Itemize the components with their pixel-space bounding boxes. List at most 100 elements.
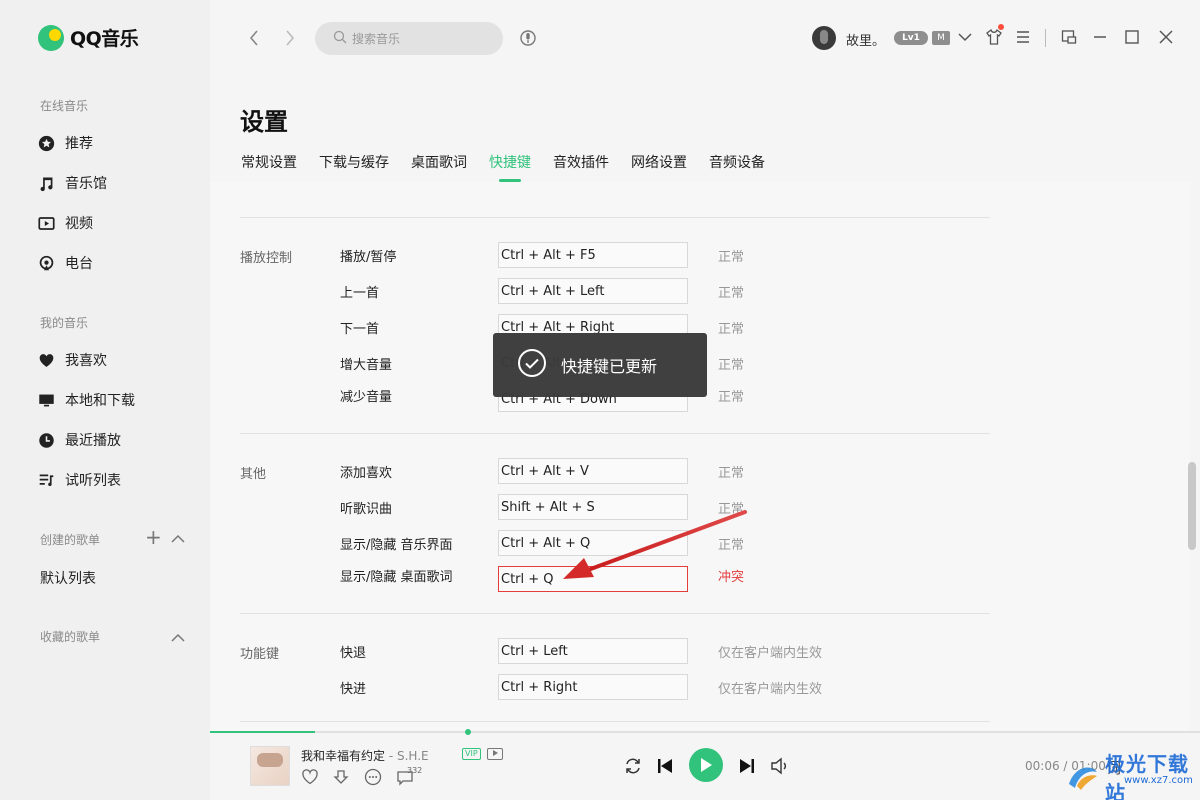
search-input[interactable] (352, 31, 492, 46)
hotkey-input[interactable]: Shift + Alt + S (498, 494, 688, 520)
maximize-icon[interactable] (1122, 27, 1142, 47)
player-bar: 我和幸福有约定 - S.H.E VIP 332 00:06 / 01:00 词 (210, 729, 1200, 800)
watermark-url: www.xz7.com (1124, 775, 1193, 786)
play-button[interactable] (689, 748, 723, 782)
sidebar-item-label: 音乐馆 (65, 176, 107, 192)
skin-shirt-icon[interactable] (984, 27, 1004, 47)
progress-fill (210, 731, 315, 733)
sidebar-item-label: 最近播放 (65, 433, 121, 449)
tab-general[interactable]: 常规设置 (241, 152, 297, 182)
voice-search-icon[interactable] (518, 28, 538, 48)
hotkey-input[interactable]: Ctrl + Right (498, 674, 688, 700)
sidebar-item-recent[interactable]: 最近播放 (38, 430, 121, 450)
clock-icon (38, 432, 55, 449)
hotkey-input[interactable]: Ctrl + Alt + V (498, 458, 688, 484)
album-cover[interactable] (250, 746, 290, 786)
mv-icon[interactable] (487, 748, 503, 760)
avatar[interactable] (812, 26, 836, 50)
qq-music-logo-icon (38, 24, 64, 51)
vip-badge-icon[interactable]: M (932, 31, 950, 45)
hotkey-settings: 播放控制 播放/暂停 Ctrl + Alt + F5 正常 上一首 Ctrl +… (210, 182, 1190, 731)
close-icon[interactable] (1156, 27, 1176, 47)
username[interactable]: 故里。 (846, 30, 885, 49)
hotkey-status: 正常 (718, 250, 745, 265)
sidebar-item-label: 本地和下载 (65, 393, 135, 409)
repeat-icon[interactable] (623, 757, 643, 775)
hotkey-input[interactable]: Ctrl + Left (498, 638, 688, 664)
star-icon (38, 135, 55, 152)
search-box[interactable] (315, 22, 503, 55)
download-icon[interactable] (332, 768, 350, 786)
hotkey-input[interactable]: Ctrl + Alt + F5 (498, 242, 688, 268)
sidebar-item-local-downloads[interactable]: 本地和下载 (38, 390, 135, 410)
app-logo[interactable]: QQ音乐 (38, 24, 139, 51)
watermark-text: 极光下载站 (1105, 752, 1189, 800)
tab-network[interactable]: 网络设置 (631, 152, 687, 182)
sidebar-item-label: 视频 (65, 216, 93, 232)
next-icon[interactable] (739, 757, 755, 775)
sidebar-item-label: 电台 (65, 256, 93, 272)
hotkey-action-label: 下一首 (340, 322, 380, 337)
tab-hotkeys[interactable]: 快捷键 (489, 152, 531, 182)
hotkey-status: 正常 (718, 390, 745, 405)
sidebar-item-music-hall[interactable]: 音乐馆 (38, 173, 107, 193)
like-heart-icon[interactable] (301, 768, 319, 786)
collapse-collected-icon[interactable] (171, 629, 185, 647)
tab-download-cache[interactable]: 下载与缓存 (319, 152, 389, 182)
mini-mode-icon[interactable] (1059, 27, 1079, 47)
chevron-down-icon[interactable] (955, 27, 975, 47)
music-note-icon (38, 175, 55, 192)
check-circle-icon (517, 348, 547, 382)
sidebar-item-video[interactable]: 视频 (38, 213, 93, 233)
divider (240, 613, 990, 614)
sidebar-item-radio[interactable]: 电台 (38, 253, 93, 273)
hotkey-action-label: 显示/隐藏 音乐界面 (340, 538, 453, 553)
hotkey-action-label: 增大音量 (340, 358, 393, 373)
sidebar-item-label: 试听列表 (65, 473, 121, 489)
minimize-icon[interactable] (1090, 27, 1110, 47)
hotkey-input[interactable]: Ctrl + Alt + Q (498, 530, 688, 556)
tab-desktop-lyrics[interactable]: 桌面歌词 (411, 152, 467, 182)
add-playlist-icon[interactable]: + (145, 527, 162, 547)
collapse-created-icon[interactable] (171, 530, 185, 548)
sidebar-item-trial-list[interactable]: 试听列表 (38, 470, 121, 490)
play-icon (701, 758, 712, 772)
hotkey-input-conflict[interactable]: Ctrl + Q (498, 566, 688, 592)
settings-tabs: 常规设置 下载与缓存 桌面歌词 快捷键 音效插件 网络设置 音频设备 (241, 152, 765, 182)
tab-sound-plugins[interactable]: 音效插件 (553, 152, 609, 182)
playlist-default[interactable]: 默认列表 (40, 568, 96, 588)
hotkey-input[interactable]: Ctrl + Alt + Left (498, 278, 688, 304)
level-badge[interactable]: Lv1 (894, 31, 928, 45)
hotkey-action-label: 减少音量 (340, 390, 393, 405)
hotkey-status: 仅在客户端内生效 (718, 646, 823, 661)
volume-icon[interactable] (770, 757, 790, 775)
progress-track[interactable] (210, 731, 1200, 733)
scrollbar-thumb[interactable] (1188, 462, 1196, 550)
previous-icon[interactable] (657, 757, 673, 775)
topbar: 故里。 Lv1 M (210, 0, 1200, 76)
sidebar-item-recommend[interactable]: 推荐 (38, 133, 93, 153)
sidebar-item-favorites[interactable]: 我喜欢 (38, 350, 107, 370)
group-label-playback: 播放控制 (240, 251, 293, 266)
hotkey-status: 正常 (718, 358, 745, 373)
back-icon[interactable] (244, 26, 264, 50)
toast-message: 快捷键已更新 (561, 357, 658, 376)
divider (240, 217, 990, 218)
hotkey-action-label: 快进 (340, 682, 367, 697)
radio-icon (38, 255, 55, 272)
hotkey-action-label: 播放/暂停 (340, 250, 397, 265)
hotkey-status-conflict: 冲突 (718, 570, 745, 585)
song-title[interactable]: 我和幸福有约定 (301, 749, 385, 763)
progress-knob[interactable] (465, 729, 472, 735)
tab-audio-device[interactable]: 音频设备 (709, 152, 765, 182)
hotkey-status: 正常 (718, 538, 745, 553)
hotkey-action-label: 显示/隐藏 桌面歌词 (340, 570, 453, 585)
now-playing[interactable]: 我和幸福有约定 - S.H.E (301, 747, 429, 764)
menu-icon[interactable] (1013, 27, 1033, 47)
section-online-music: 在线音乐 (40, 99, 89, 113)
song-artist[interactable]: - S.H.E (385, 749, 429, 763)
more-icon[interactable] (364, 768, 382, 786)
watermark-logo-icon (1065, 762, 1101, 792)
forward-icon[interactable] (280, 26, 300, 50)
app-name: QQ音乐 (70, 28, 139, 50)
